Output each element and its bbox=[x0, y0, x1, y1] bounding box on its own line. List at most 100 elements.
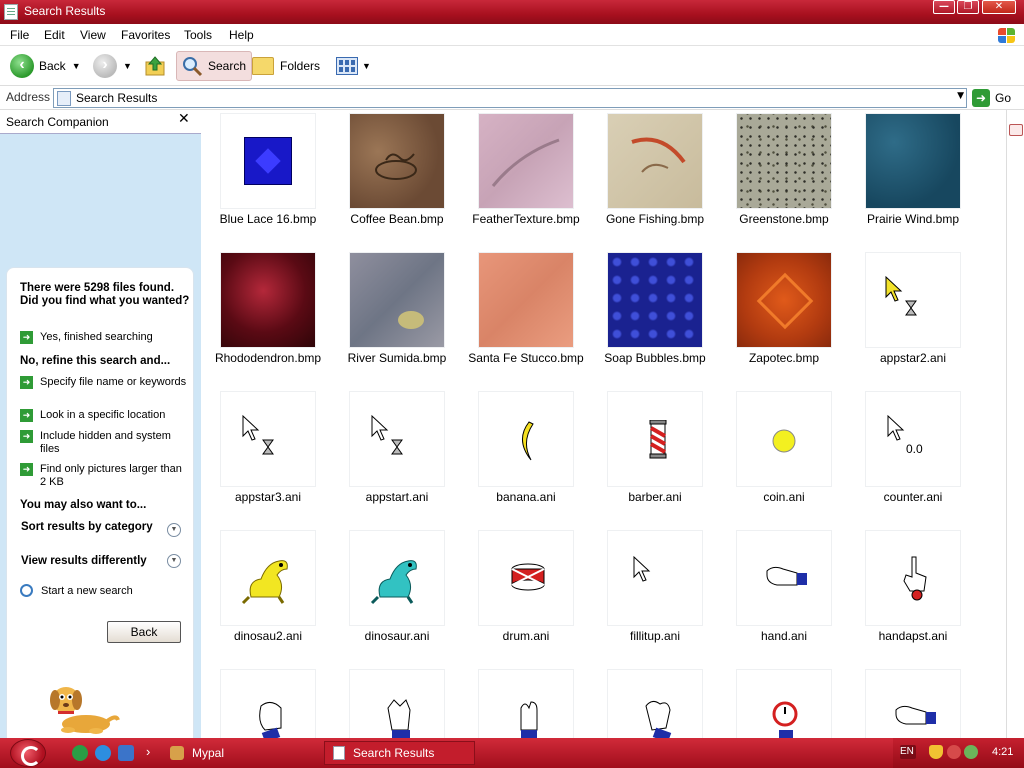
result-item[interactable]: banana.ani bbox=[462, 388, 590, 526]
search-button[interactable]: Search bbox=[176, 51, 253, 81]
result-item[interactable]: FeatherTexture.bmp bbox=[462, 110, 590, 248]
result-item[interactable]: handapst.ani bbox=[849, 527, 977, 665]
fishing-thumbnail-icon bbox=[607, 113, 703, 209]
go-label: Go bbox=[995, 91, 1012, 105]
result-item[interactable]: Rhododendron.bmp bbox=[204, 249, 332, 387]
internet-explorer-icon[interactable] bbox=[95, 745, 111, 761]
companion-back-button[interactable]: Back bbox=[107, 621, 181, 643]
refine-option-hidden[interactable]: ➜ Include hidden and system files bbox=[20, 430, 190, 456]
menu-tools[interactable]: Tools bbox=[184, 28, 212, 42]
green-arrow-icon: ➜ bbox=[20, 463, 33, 476]
vertical-scrollbar[interactable] bbox=[1006, 110, 1024, 738]
drum-thumbnail-icon bbox=[478, 530, 574, 626]
result-filename: River Sumida.bmp bbox=[347, 351, 447, 365]
result-item[interactable]: 0.0 counter.ani bbox=[849, 388, 977, 526]
address-field[interactable]: Search Results ▼ bbox=[53, 88, 967, 108]
yes-finished-link[interactable]: ➜ Yes, finished searching bbox=[20, 331, 190, 344]
folders-button[interactable]: Folders bbox=[252, 51, 320, 81]
views-dropdown-icon[interactable]: ▼ bbox=[362, 61, 371, 71]
result-item[interactable] bbox=[333, 666, 461, 738]
go-button[interactable]: ➜ Go bbox=[972, 88, 1011, 108]
menu-favorites[interactable]: Favorites bbox=[121, 28, 170, 42]
refine-option-pictures[interactable]: ➜ Find only pictures larger than 2 KB bbox=[20, 463, 190, 489]
chevron-down-icon[interactable]: ▼ bbox=[167, 554, 181, 568]
scrollbar-thumb[interactable] bbox=[1009, 124, 1023, 136]
result-item[interactable]: dinosaur.ani bbox=[333, 527, 461, 665]
back-label: Back bbox=[39, 59, 66, 73]
refine-option-location[interactable]: ➜ Look in a specific location bbox=[20, 409, 190, 422]
minimize-button[interactable]: — bbox=[933, 0, 955, 14]
new-search-link[interactable]: Start a new search bbox=[20, 584, 133, 597]
close-button[interactable]: ✕ bbox=[982, 0, 1016, 14]
result-filename: Prairie Wind.bmp bbox=[866, 212, 960, 226]
forward-dropdown-icon[interactable]: ▼ bbox=[123, 61, 132, 71]
result-item[interactable]: Blue Lace 16.bmp bbox=[204, 110, 332, 248]
back-dropdown-icon[interactable]: ▼ bbox=[72, 61, 81, 71]
search-dog-rover-icon[interactable] bbox=[46, 678, 120, 736]
menu-help[interactable]: Help bbox=[229, 28, 254, 42]
result-item[interactable]: Coffee Bean.bmp bbox=[333, 110, 461, 248]
address-bar: Address Search Results ▼ ➜ Go bbox=[0, 86, 1024, 110]
result-item[interactable]: Prairie Wind.bmp bbox=[849, 110, 977, 248]
result-item[interactable] bbox=[849, 666, 977, 738]
result-filename: hand.ani bbox=[760, 629, 808, 643]
sort-results-expander[interactable]: ▼ bbox=[21, 521, 191, 537]
result-item[interactable]: fillitup.ani bbox=[591, 527, 719, 665]
forward-button[interactable]: › ▼ bbox=[93, 51, 132, 81]
result-item[interactable]: drum.ani bbox=[462, 527, 590, 665]
result-item[interactable]: Santa Fe Stucco.bmp bbox=[462, 249, 590, 387]
coin-thumbnail-icon bbox=[736, 391, 832, 487]
go-arrow-icon: ➜ bbox=[972, 89, 990, 107]
menu-view[interactable]: View bbox=[80, 28, 106, 42]
clock: 4:21 bbox=[992, 746, 1014, 758]
result-item[interactable]: barber.ani bbox=[591, 388, 719, 526]
result-item[interactable] bbox=[462, 666, 590, 738]
cursor-plain-thumbnail-icon bbox=[607, 530, 703, 626]
result-item[interactable]: coin.ani bbox=[720, 388, 848, 526]
back-button[interactable]: ‹ Back ▼ bbox=[10, 51, 81, 81]
show-desktop-icon[interactable] bbox=[118, 745, 134, 761]
menu-bar: File Edit View Favorites Tools Help bbox=[0, 24, 1024, 46]
task-search-results[interactable]: Search Results bbox=[324, 741, 476, 765]
close-pane-icon[interactable]: ✕ bbox=[178, 111, 190, 127]
result-item[interactable]: appstar2.ani bbox=[849, 249, 977, 387]
address-dropdown-icon[interactable]: ▼ bbox=[957, 91, 964, 101]
menu-edit[interactable]: Edit bbox=[44, 28, 65, 42]
result-item[interactable]: appstar3.ani bbox=[204, 388, 332, 526]
result-item[interactable] bbox=[720, 666, 848, 738]
result-filename: handapst.ani bbox=[878, 629, 948, 643]
result-item[interactable]: Greenstone.bmp bbox=[720, 110, 848, 248]
maximize-button[interactable]: ❐ bbox=[957, 0, 979, 14]
result-item[interactable]: appstart.ani bbox=[333, 388, 461, 526]
view-results-link[interactable]: View results differently ▼ bbox=[21, 554, 191, 568]
result-item[interactable]: Gone Fishing.bmp bbox=[591, 110, 719, 248]
language-indicator[interactable]: EN bbox=[900, 745, 916, 759]
quicklaunch-chevron-icon[interactable]: › bbox=[146, 744, 150, 759]
result-item[interactable] bbox=[204, 666, 332, 738]
title-bar: Search Results — ❐ ✕ bbox=[0, 0, 1024, 24]
windows-logo-icon bbox=[992, 25, 1020, 45]
result-item[interactable]: hand.ani bbox=[720, 527, 848, 665]
up-folder-button[interactable] bbox=[143, 51, 167, 81]
menu-file[interactable]: File bbox=[10, 28, 29, 42]
window-app-icon[interactable] bbox=[4, 4, 18, 20]
result-item[interactable]: Soap Bubbles.bmp bbox=[591, 249, 719, 387]
mypal-icon bbox=[170, 746, 184, 760]
start-button[interactable] bbox=[10, 739, 46, 767]
result-item[interactable] bbox=[591, 666, 719, 738]
chevron-down-icon[interactable]: ▼ bbox=[167, 523, 181, 537]
result-item[interactable]: dinosau2.ani bbox=[204, 527, 332, 665]
task-mypal[interactable]: Mypal bbox=[170, 741, 224, 765]
network-status-icon[interactable] bbox=[947, 745, 961, 759]
glove-a-thumbnail-icon bbox=[220, 669, 316, 738]
utorrent-icon[interactable] bbox=[72, 745, 88, 761]
security-shield-icon[interactable] bbox=[929, 745, 943, 759]
sort-results-link[interactable]: Sort results by category bbox=[21, 521, 156, 534]
refine-option-keywords[interactable]: ➜ Specify file name or keywords bbox=[20, 376, 190, 389]
greenstone-thumbnail-icon bbox=[736, 113, 832, 209]
volume-icon[interactable] bbox=[964, 745, 978, 759]
result-item[interactable]: Zapotec.bmp bbox=[720, 249, 848, 387]
views-button[interactable]: ▼ bbox=[336, 51, 371, 81]
cursor-counter-thumbnail-icon: 0.0 bbox=[865, 391, 961, 487]
result-item[interactable]: River Sumida.bmp bbox=[333, 249, 461, 387]
